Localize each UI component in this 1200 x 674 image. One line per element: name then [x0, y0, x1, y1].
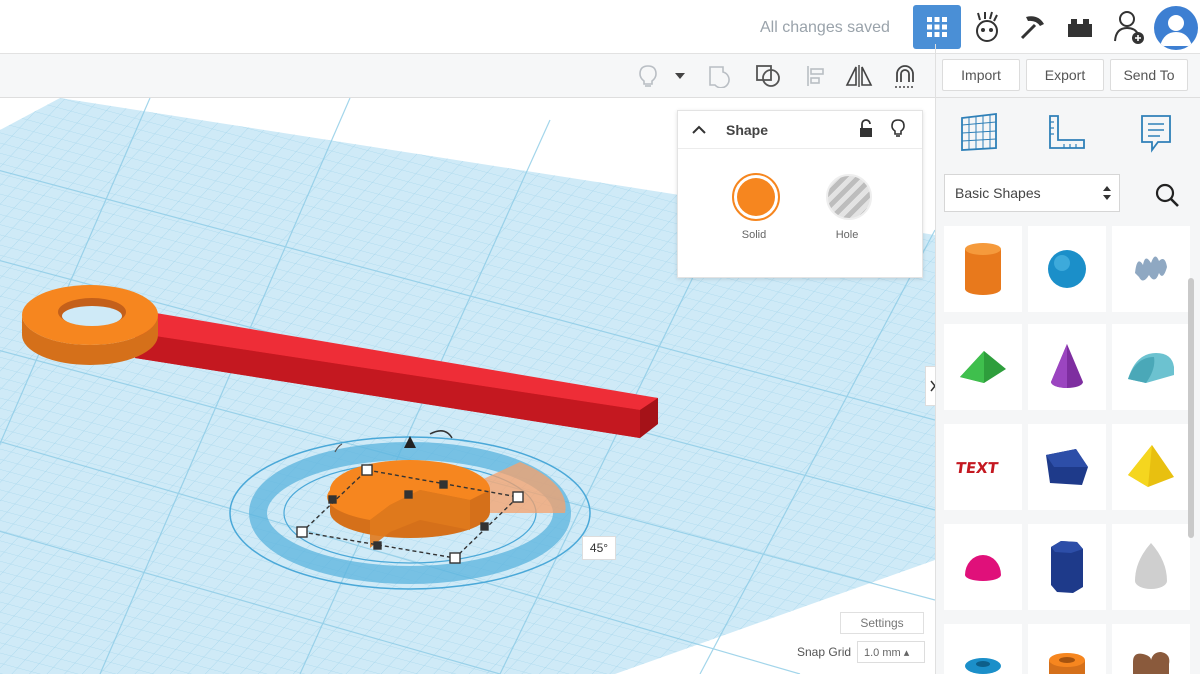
group-icon	[709, 66, 730, 88]
grid-view-icon	[927, 17, 947, 37]
minecraft-button[interactable]	[1009, 5, 1057, 49]
lightbulb-icon[interactable]	[890, 119, 906, 139]
round-roof-icon	[1128, 353, 1174, 383]
top-bar: All changes saved	[0, 0, 1200, 54]
text-shape-icon: TEXT	[955, 459, 1000, 477]
align-icon	[807, 66, 824, 86]
shape-inspector: Shape Solid Hole	[677, 110, 923, 278]
shape-library-select[interactable]: Basic Shapes	[944, 174, 1120, 212]
export-button[interactable]: Export	[1026, 59, 1104, 91]
grid-view-button[interactable]	[913, 5, 961, 49]
sim-lab-button[interactable]	[963, 5, 1011, 49]
shape-scribble[interactable]	[1112, 226, 1190, 312]
ruler-icon[interactable]	[1044, 112, 1088, 154]
shape-inspector-header: Shape	[678, 111, 922, 149]
polygon-icon	[1046, 449, 1088, 485]
sidebar-scrollbar[interactable]	[1188, 278, 1194, 538]
mirror-icon	[845, 65, 873, 87]
search-icon[interactable]	[1154, 182, 1180, 208]
shape-tube[interactable]	[1028, 624, 1106, 674]
shape-half-sphere[interactable]	[944, 524, 1022, 610]
tube-icon	[1049, 653, 1085, 674]
angle-readout: 45°	[582, 536, 616, 560]
bricks-button[interactable]	[1056, 5, 1104, 49]
shape-cone[interactable]	[1028, 324, 1106, 410]
show-shape-button[interactable]	[632, 60, 664, 92]
shape-pyramid[interactable]	[1112, 424, 1190, 510]
chevron-up-icon[interactable]	[692, 125, 706, 135]
send-to-button[interactable]: Send To	[1110, 59, 1188, 91]
solid-color-swatch	[737, 178, 775, 216]
updown-caret-icon	[1103, 186, 1111, 200]
lightbulb-icon	[639, 65, 657, 87]
snap-grid-select[interactable]: 1.0 mm ▴	[857, 641, 925, 663]
shape-torus[interactable]	[944, 624, 1022, 674]
caret-down-icon	[675, 73, 685, 79]
svg-text:TEXT: TEXT	[955, 459, 1000, 477]
save-status: All changes saved	[760, 19, 890, 36]
tinkercad-character-icon	[976, 11, 998, 42]
avatar[interactable]	[1154, 6, 1198, 50]
unlock-icon[interactable]	[858, 119, 874, 139]
half-sphere-icon	[965, 555, 1001, 581]
shape-heart[interactable]	[1112, 624, 1190, 674]
shape-round-roof[interactable]	[1112, 324, 1190, 410]
visibility-dropdown[interactable]	[668, 60, 692, 92]
shape-roof[interactable]	[944, 324, 1022, 410]
sphere-icon	[1048, 250, 1086, 288]
shape-library-value: Basic Shapes	[955, 185, 1041, 201]
shape-sphere[interactable]	[1028, 226, 1106, 312]
user-avatar-icon	[1160, 15, 1192, 46]
toolbar: Import Export Send To	[0, 54, 1200, 98]
group-button[interactable]	[704, 60, 736, 92]
notes-icon[interactable]	[1138, 112, 1174, 154]
orange-ring-shape[interactable]	[22, 285, 158, 365]
shape-text[interactable]: TEXT	[944, 424, 1022, 510]
paraboloid-icon	[1135, 543, 1167, 589]
snap-grid-label: Snap Grid	[797, 645, 852, 659]
shape-cylinder[interactable]	[944, 226, 1022, 312]
shape-inspector-title: Shape	[726, 122, 769, 138]
align-button[interactable]	[800, 60, 832, 92]
torus-icon	[965, 658, 1001, 674]
shape-hexagonal-prism[interactable]	[1028, 524, 1106, 610]
settings-button[interactable]: Settings	[840, 612, 924, 634]
workplane-icon[interactable]	[958, 112, 1000, 152]
brick-icon	[1068, 19, 1092, 37]
hole-label: Hole	[835, 229, 859, 241]
mirror-button[interactable]	[843, 60, 875, 92]
pickaxe-icon	[1020, 16, 1044, 40]
shape-polygon[interactable]	[1028, 424, 1106, 510]
ungroup-button[interactable]	[752, 60, 784, 92]
add-user-icon	[1114, 11, 1144, 44]
hexagonal-prism-icon	[1051, 541, 1083, 593]
solid-color-button[interactable]	[732, 173, 780, 221]
pyramid-icon	[1128, 445, 1174, 487]
heart-icon	[1133, 652, 1170, 674]
magnet-icon	[895, 65, 915, 88]
cone-icon	[1051, 344, 1083, 388]
solid-label: Solid	[741, 229, 767, 241]
hole-button[interactable]	[826, 174, 872, 220]
scribble-icon	[1135, 256, 1167, 281]
import-button[interactable]: Import	[942, 59, 1020, 91]
roof-icon	[960, 351, 1006, 383]
cylinder-icon	[965, 243, 1001, 295]
cruise-button[interactable]	[889, 60, 921, 92]
shape-paraboloid[interactable]	[1112, 524, 1190, 610]
invite-user-button[interactable]	[1106, 5, 1154, 49]
ungroup-icon	[756, 65, 780, 87]
shapes-sidebar: Basic Shapes TEXT	[936, 98, 1200, 674]
